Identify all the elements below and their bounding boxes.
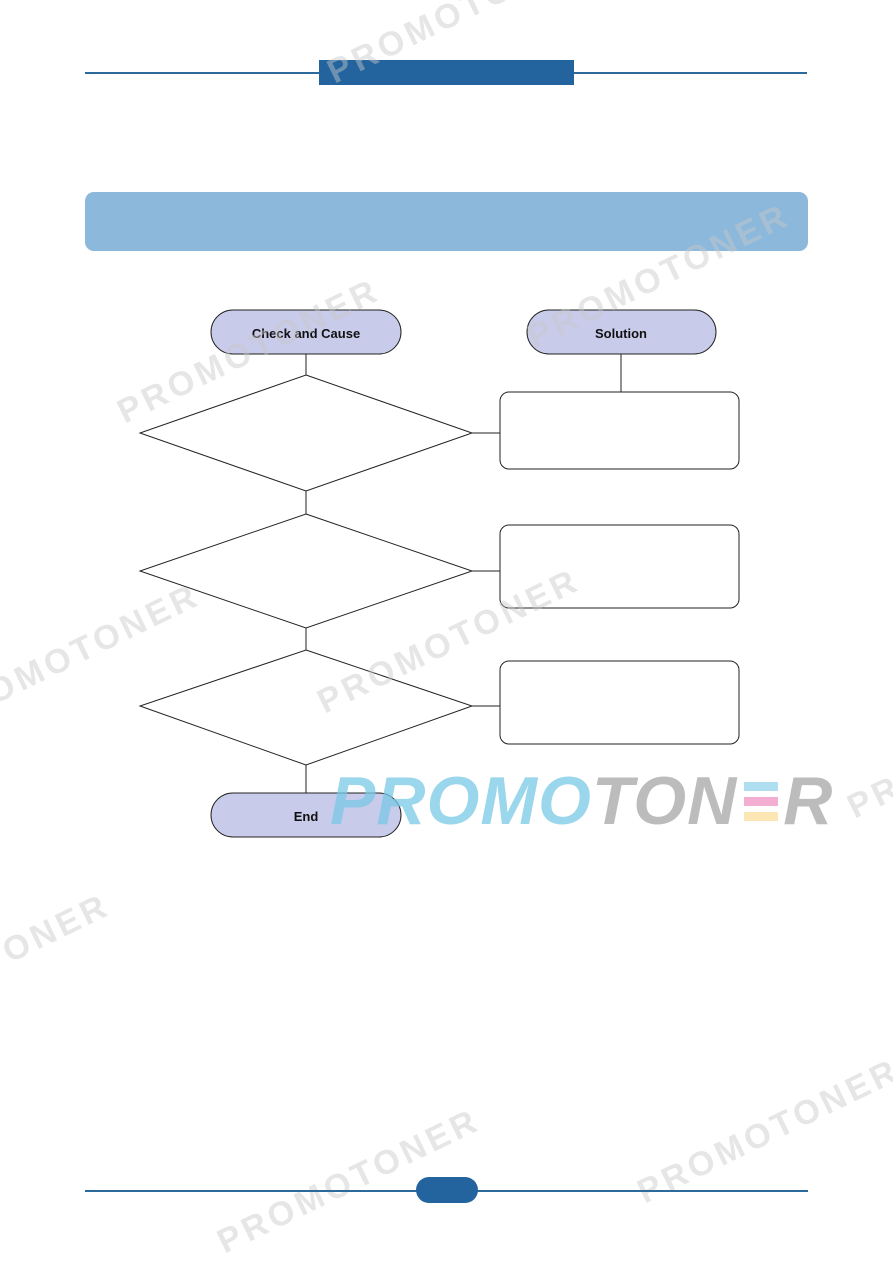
end-terminal: End <box>210 792 402 838</box>
end-label: End <box>294 809 319 824</box>
check-and-cause-terminal: Check and Cause <box>210 309 402 355</box>
solution-step-1 <box>499 391 740 470</box>
troubleshooting-flowchart: Check and Cause Solution End <box>138 309 740 838</box>
check-step-3 <box>138 649 474 766</box>
solution-step-2 <box>499 524 740 609</box>
solution-terminal: Solution <box>526 309 717 355</box>
check-and-cause-label: Check and Cause <box>252 326 360 341</box>
solution-label: Solution <box>595 326 647 341</box>
check-step-1 <box>138 374 474 492</box>
page-number-badge <box>416 1177 478 1203</box>
solution-step-3 <box>499 660 740 745</box>
check-step-2 <box>138 513 474 629</box>
